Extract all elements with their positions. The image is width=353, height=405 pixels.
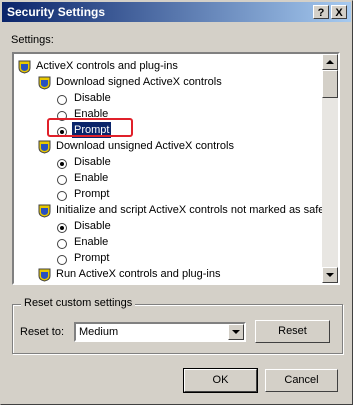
settings-shield-icon (18, 60, 31, 74)
radio-button-icon[interactable] (56, 252, 69, 265)
radio-button-icon[interactable] (56, 172, 69, 185)
setting-label: ActiveX controls and plug-ins (36, 60, 178, 72)
setting-label: Run ActiveX controls and plug-ins (56, 268, 221, 280)
radio-button-icon[interactable] (56, 220, 69, 233)
window-title: Security Settings (7, 5, 106, 19)
settings-shield-icon (38, 140, 51, 154)
chevron-down-icon (232, 330, 240, 334)
reset-button[interactable]: Reset (255, 320, 330, 343)
reset-group-title: Reset custom settings (21, 297, 136, 309)
setting-label: Prompt (74, 188, 110, 200)
vertical-scrollbar[interactable] (322, 54, 338, 283)
scroll-down-arrow-icon (326, 273, 334, 277)
reset-to-label: Reset to: (20, 326, 65, 338)
dropdown-button[interactable] (228, 324, 244, 340)
settings-tree[interactable]: ActiveX controls and plug-ins Download si… (12, 52, 340, 285)
radio-button-icon[interactable] (56, 188, 69, 201)
cancel-button[interactable]: Cancel (265, 369, 338, 392)
ok-button[interactable]: OK (183, 368, 258, 393)
setting-label: Download signed ActiveX controls (56, 76, 222, 88)
radio-button-icon[interactable] (56, 92, 69, 105)
scroll-down-button[interactable] (322, 267, 338, 283)
setting-label: Prompt (74, 252, 110, 264)
radio-button-icon[interactable] (56, 236, 69, 249)
radio-button-icon[interactable] (56, 156, 69, 169)
setting-label: Enable (74, 172, 109, 184)
setting-label: Disable (74, 220, 111, 232)
setting-label: Disable (74, 92, 111, 104)
security-settings-dialog: Security Settings ? X Settings: ActiveX … (0, 0, 353, 405)
highlight-annotation (47, 118, 133, 137)
title-bar[interactable]: Security Settings ? X (2, 2, 351, 22)
help-button[interactable]: ? (313, 5, 329, 19)
setting-label: Download unsigned ActiveX controls (56, 140, 234, 152)
close-icon: X (335, 7, 343, 19)
setting-label: Disable (74, 156, 111, 168)
settings-shield-icon (38, 268, 51, 282)
settings-label: Settings: (11, 34, 54, 46)
scroll-up-arrow-icon (326, 60, 334, 64)
scroll-up-button[interactable] (322, 54, 338, 70)
close-button[interactable]: X (331, 5, 347, 19)
setting-label: Enable (74, 236, 109, 248)
scroll-thumb[interactable] (322, 70, 338, 98)
setting-label: Initialize and script ActiveX controls n… (56, 204, 322, 216)
reset-level-value: Medium (79, 326, 119, 338)
reset-level-dropdown[interactable]: Medium (74, 322, 246, 342)
settings-shield-icon (38, 76, 51, 90)
settings-shield-icon (38, 204, 51, 218)
